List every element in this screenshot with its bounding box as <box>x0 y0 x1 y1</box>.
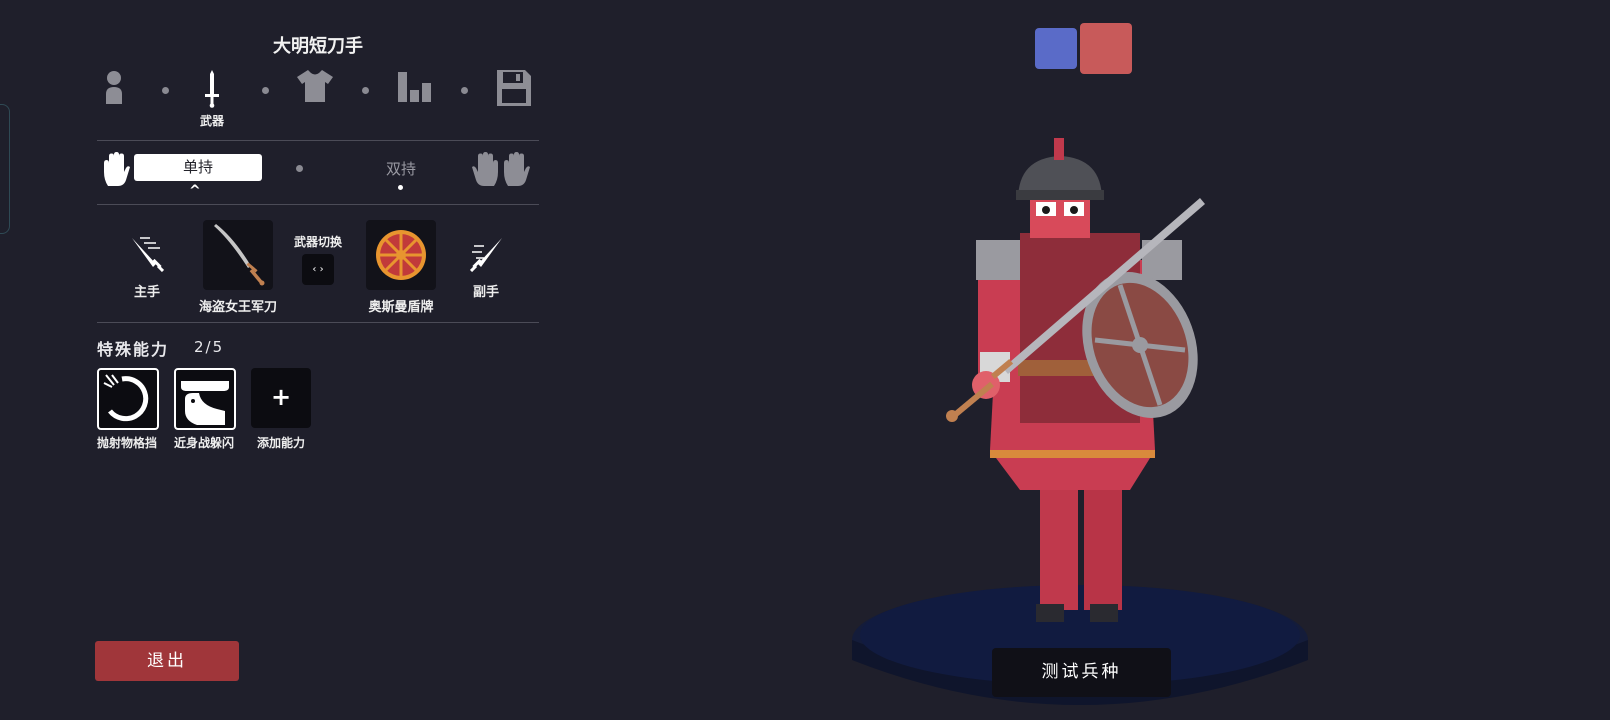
unit-name: 大明短刀手 <box>273 36 363 57</box>
shirt-icon <box>297 70 333 102</box>
abilities-title: 特殊能力 <box>97 340 170 359</box>
ability-slot[interactable] <box>97 368 159 430</box>
grip-single-option[interactable]: 单持 <box>134 154 262 181</box>
divider <box>97 140 539 141</box>
person-icon <box>106 71 122 104</box>
side-panel-tab[interactable] <box>0 104 10 234</box>
step-save[interactable] <box>497 70 531 106</box>
step-separator <box>262 87 269 94</box>
add-ability-label: 添加能力 <box>256 436 305 450</box>
exit-button[interactable]: 退出 <box>95 641 239 681</box>
step-outfit[interactable] <box>297 70 333 102</box>
divider <box>97 204 539 205</box>
add-ability-button[interactable]: + <box>251 368 311 428</box>
off-hand-label: 副手 <box>472 285 499 300</box>
save-icon <box>497 70 531 106</box>
abilities-count: 2/5 <box>194 338 225 356</box>
step-separator <box>162 87 169 94</box>
main-weapon-name: 海盗女王军刀 <box>198 300 277 315</box>
single-hand-icon <box>104 152 130 186</box>
ability-slot[interactable] <box>174 368 236 430</box>
sabre-icon <box>214 224 265 286</box>
step-body[interactable] <box>104 70 124 104</box>
step-separator <box>461 87 468 94</box>
main-hand-label: 主手 <box>133 285 160 300</box>
step-weapon[interactable]: 武器 <box>200 70 224 129</box>
step-weapon-label: 武器 <box>200 114 225 128</box>
off-weapon-name: 奥斯曼盾牌 <box>368 300 434 315</box>
divider <box>97 322 539 323</box>
unit-preview <box>852 138 1308 705</box>
sword-icon <box>205 70 219 108</box>
grip-dual-indicator <box>398 185 403 190</box>
round-shield-icon <box>376 230 426 280</box>
step-separator <box>362 87 369 94</box>
projectile-block-icon <box>103 374 149 422</box>
ability-label: 抛射物格挡 <box>96 436 157 450</box>
melee-dodge-icon <box>181 381 229 425</box>
dual-hand-icon <box>472 152 530 186</box>
team-red-button[interactable] <box>1080 23 1132 74</box>
weapon-swap-button[interactable]: ‹ › <box>302 254 334 285</box>
main-hand-swing-icon <box>132 237 164 272</box>
off-weapon-slot[interactable] <box>366 220 436 290</box>
selected-caret-icon: ^ <box>189 183 201 199</box>
main-weapon-slot[interactable] <box>203 220 273 290</box>
grip-separator <box>296 165 303 172</box>
grip-dual-option[interactable]: 双持 <box>371 158 431 179</box>
step-stats[interactable] <box>398 70 432 102</box>
test-unit-button[interactable]: 测试兵种 <box>992 648 1171 697</box>
ability-label: 近身战躲闪 <box>173 436 234 450</box>
weapon-swap-label: 武器切换 <box>293 235 342 249</box>
off-hand-swing-icon <box>470 238 502 272</box>
team-blue-button[interactable] <box>1035 28 1077 69</box>
stats-icon <box>398 72 431 102</box>
